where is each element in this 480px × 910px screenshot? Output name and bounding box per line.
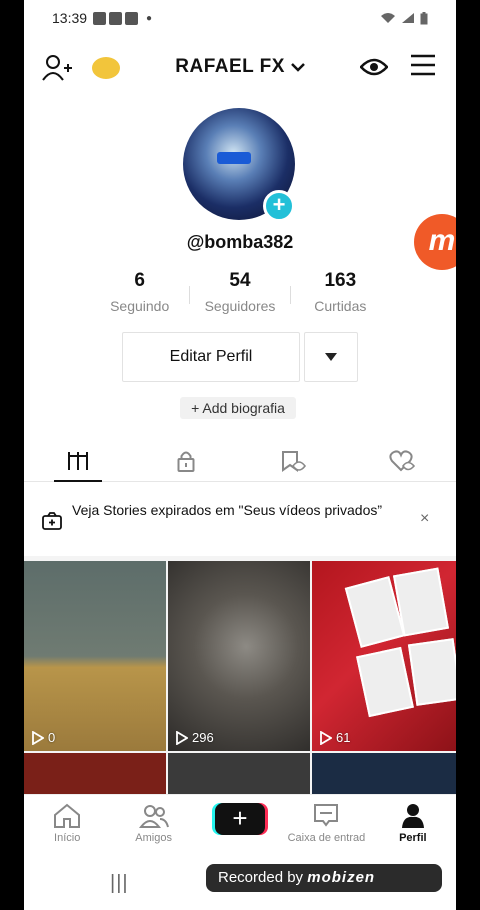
card-shape [392, 567, 450, 637]
lock-icon [177, 451, 195, 472]
inbox-icon [314, 804, 339, 827]
friends-icon [138, 805, 169, 828]
nav-profile[interactable]: Perfil [370, 795, 456, 856]
video-thumbnail[interactable] [168, 753, 310, 795]
nav-friends[interactable]: Amigos [110, 795, 196, 856]
view-count: 0 [48, 730, 56, 745]
profile-tabs [24, 440, 456, 482]
tab-liked[interactable] [348, 440, 456, 481]
nav-label: Perfil [399, 832, 427, 844]
hamburger-menu-icon [411, 54, 435, 76]
stat-following[interactable]: 6 Seguindo [90, 270, 189, 314]
avatar-glasses [217, 152, 251, 164]
add-bio-button[interactable]: + Add biografia [180, 397, 296, 419]
system-icons [380, 11, 428, 25]
video-views: 296 [176, 730, 214, 745]
stat-followers[interactable]: 54 Seguidores [190, 270, 289, 314]
profile-icon [401, 804, 424, 828]
tab-private[interactable] [132, 440, 240, 481]
nav-label: Amigos [135, 832, 172, 844]
nav-label: Início [54, 832, 81, 844]
view-count: 296 [192, 730, 214, 745]
video-thumbnail[interactable]: 61 [312, 561, 456, 751]
caret-down-icon [325, 353, 337, 361]
recorded-by-watermark: Recorded by mobizen [206, 864, 442, 892]
stories-banner[interactable]: Veja Stories expirados em "Seus vídeos p… [24, 490, 456, 556]
stat-value: 163 [324, 270, 357, 291]
video-thumbnail[interactable] [24, 753, 166, 795]
camera-story-icon [42, 512, 62, 535]
nav-create[interactable]: + [197, 795, 283, 856]
nav-home[interactable]: Início [24, 795, 110, 856]
profile-header: RAFAEL FX [24, 36, 456, 96]
play-icon [320, 730, 332, 745]
stat-label: Seguidores [204, 298, 276, 314]
username-switcher[interactable]: RAFAEL FX [24, 56, 456, 78]
banner-close-button[interactable]: × [420, 510, 429, 528]
home-icon [54, 803, 81, 828]
avatar-container[interactable]: + [183, 108, 297, 222]
create-plus-icon: + [215, 803, 266, 835]
profile-stats: 6 Seguindo 54 Seguidores 163 Curtidas [90, 270, 390, 314]
stat-value: 6 [134, 270, 145, 291]
card-shape [356, 646, 414, 718]
tab-videos[interactable] [24, 440, 132, 482]
eye-icon [359, 58, 389, 76]
profile-handle: @bomba382 [186, 232, 294, 252]
mobizen-floating-button[interactable]: m [414, 214, 456, 270]
video-thumbnail[interactable]: 296 [168, 561, 310, 751]
video-views: 0 [32, 730, 55, 745]
banner-text: Veja Stories expirados em "Seus vídeos p… [72, 502, 383, 518]
battery-icon [420, 11, 428, 24]
recorded-brand: mobizen [307, 869, 376, 886]
youtube-notification-icon [109, 11, 123, 25]
profile-views-button[interactable] [359, 56, 389, 83]
bookmark-eye-icon [282, 450, 307, 472]
bottom-navigation: Início Amigos + Caixa de entrad Perfil [24, 794, 456, 856]
signal-icon [402, 13, 414, 23]
nav-label: Caixa de entrad [287, 832, 366, 844]
stat-likes[interactable]: 163 Curtidas [291, 270, 390, 314]
liked-icon [389, 449, 415, 471]
play-icon [32, 730, 44, 745]
card-shape [407, 638, 456, 706]
chevron-down-icon [290, 63, 305, 72]
nav-inbox[interactable]: Caixa de entrad [283, 795, 369, 856]
menu-button[interactable] [410, 54, 436, 81]
gallery-notification-icon [125, 11, 139, 25]
edit-profile-button[interactable]: Editar Perfil [122, 332, 300, 382]
notification-icons [93, 11, 139, 25]
stat-label: Curtidas [314, 298, 367, 314]
recorded-by-label: Recorded by [218, 869, 304, 886]
videos-grid-icon [68, 451, 88, 470]
status-time: 13:39 [52, 10, 88, 26]
more-options-button[interactable] [304, 332, 358, 382]
mobizen-notification-icon [93, 11, 107, 25]
view-count: 61 [336, 730, 351, 745]
video-thumbnail[interactable]: 0 [24, 561, 166, 751]
tab-reposts[interactable] [240, 440, 348, 481]
username-text: RAFAEL FX [175, 56, 285, 77]
recent-apps-button[interactable]: ||| [110, 872, 129, 895]
video-views: 61 [320, 730, 350, 745]
play-icon [176, 730, 188, 745]
status-bar: 13:39 ● [24, 0, 456, 36]
system-navigation-bar: ||| Recorded by mobizen [24, 856, 456, 910]
add-story-button[interactable]: + [263, 190, 295, 222]
stat-value: 54 [229, 270, 251, 291]
stat-label: Seguindo [110, 298, 170, 314]
video-thumbnail[interactable] [312, 753, 456, 795]
more-notifications-icon: ● [146, 12, 153, 24]
wifi-icon [381, 13, 395, 23]
phone-screen: 13:39 ● RAFAEL FX + @bomba382 m 6 Seguin… [24, 0, 456, 910]
